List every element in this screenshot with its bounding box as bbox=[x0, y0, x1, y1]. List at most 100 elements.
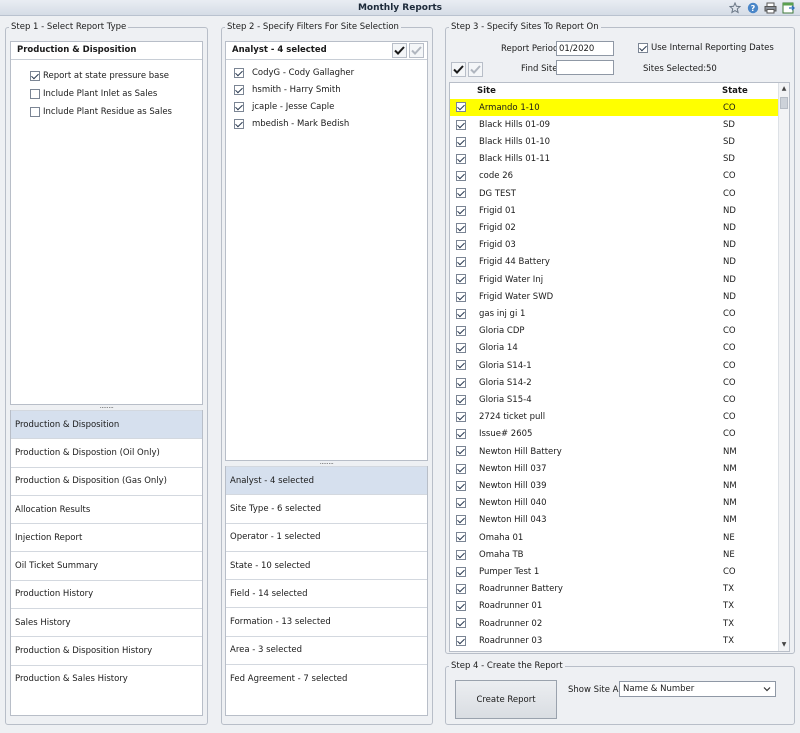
site-row[interactable]: Newton Hill Battery NM bbox=[450, 443, 780, 460]
column-header-state[interactable]: State bbox=[722, 86, 748, 96]
site-row[interactable]: Roadrunner 01 TX bbox=[450, 598, 780, 615]
report-type-item[interactable]: Production & Disposition (Gas Only) bbox=[11, 466, 202, 495]
report-type-item[interactable]: Injection Report bbox=[11, 523, 202, 552]
checkbox-icon[interactable] bbox=[456, 411, 466, 422]
checkbox-icon[interactable] bbox=[456, 188, 466, 199]
checkbox-icon[interactable] bbox=[30, 71, 40, 81]
site-row[interactable]: Frigid 02 ND bbox=[450, 219, 780, 236]
checkbox-icon[interactable] bbox=[638, 43, 648, 53]
site-row[interactable]: Newton Hill 043 NM bbox=[450, 512, 780, 529]
option-plant-residue-sales[interactable]: Include Plant Residue as Sales bbox=[11, 103, 202, 121]
checkbox-icon[interactable] bbox=[456, 308, 466, 319]
site-row[interactable]: DG TEST CO bbox=[450, 185, 780, 202]
checkbox-icon[interactable] bbox=[456, 566, 466, 577]
site-row[interactable]: Gloria 14 CO bbox=[450, 340, 780, 357]
create-report-button[interactable]: Create Report bbox=[455, 680, 557, 719]
checkbox-icon[interactable] bbox=[30, 89, 40, 99]
checkbox-icon[interactable] bbox=[30, 107, 40, 117]
site-row[interactable]: Roadrunner 03 TX bbox=[450, 632, 780, 649]
filter-category-item[interactable]: Analyst - 4 selected bbox=[226, 466, 427, 495]
site-row[interactable]: code 26 CO bbox=[450, 168, 780, 185]
site-row[interactable]: Newton Hill 039 NM bbox=[450, 477, 780, 494]
checkbox-icon[interactable] bbox=[456, 102, 466, 113]
site-row[interactable]: Frigid Water Inj ND bbox=[450, 271, 780, 288]
checkbox-icon[interactable] bbox=[456, 377, 466, 388]
checkbox-icon[interactable] bbox=[456, 343, 466, 354]
checkbox-icon[interactable] bbox=[456, 394, 466, 405]
report-type-item[interactable]: Production & Sales History bbox=[11, 664, 202, 693]
site-row[interactable]: Gloria S15-4 CO bbox=[450, 391, 780, 408]
site-row[interactable]: Issue# 2605 CO bbox=[450, 426, 780, 443]
filter-category-item[interactable]: Site Type - 6 selected bbox=[226, 494, 427, 523]
uncheck-all-sites-button[interactable] bbox=[468, 62, 483, 77]
report-type-item[interactable]: Production History bbox=[11, 579, 202, 609]
site-row[interactable]: Frigid 01 ND bbox=[450, 202, 780, 219]
filter-category-item[interactable]: Operator - 1 selected bbox=[226, 522, 427, 551]
checkbox-icon[interactable] bbox=[456, 618, 466, 629]
checkbox-icon[interactable] bbox=[456, 171, 466, 182]
checkbox-icon[interactable] bbox=[456, 515, 466, 526]
checkbox-icon[interactable] bbox=[456, 480, 466, 491]
checkbox-icon[interactable] bbox=[456, 257, 466, 268]
checkbox-icon[interactable] bbox=[456, 429, 466, 440]
checkbox-icon[interactable] bbox=[456, 583, 466, 594]
option-state-pressure-base[interactable]: Report at state pressure base bbox=[11, 67, 202, 85]
site-row[interactable]: Roadrunner 02 TX bbox=[450, 615, 780, 632]
checkbox-icon[interactable] bbox=[456, 497, 466, 508]
checkbox-icon[interactable] bbox=[456, 635, 466, 646]
show-site-as-select[interactable]: Name & Number bbox=[619, 681, 776, 697]
scrollbar-thumb[interactable] bbox=[780, 97, 788, 109]
checkbox-icon[interactable] bbox=[456, 463, 466, 474]
site-row[interactable]: Armando 1-10 CO bbox=[450, 99, 778, 117]
site-row[interactable]: Frigid 44 Battery ND bbox=[450, 254, 780, 271]
analyst-item[interactable]: CodyG - Cody Gallagher bbox=[226, 64, 427, 81]
filter-category-item[interactable]: State - 10 selected bbox=[226, 550, 427, 580]
checkbox-icon[interactable] bbox=[234, 67, 244, 78]
checkbox-icon[interactable] bbox=[456, 205, 466, 216]
checkbox-icon[interactable] bbox=[456, 119, 466, 130]
report-type-item[interactable]: Production & Disposition bbox=[11, 410, 202, 439]
checkbox-icon[interactable] bbox=[456, 601, 466, 612]
site-row[interactable]: Pumper Test 1 CO bbox=[450, 563, 780, 580]
export-icon[interactable] bbox=[781, 1, 796, 15]
checkbox-icon[interactable] bbox=[456, 136, 466, 147]
filter-category-item[interactable]: Field - 14 selected bbox=[226, 579, 427, 608]
site-row[interactable]: Frigid 03 ND bbox=[450, 237, 780, 254]
site-row[interactable]: Newton Hill 040 NM bbox=[450, 495, 780, 512]
checkbox-icon[interactable] bbox=[234, 84, 244, 95]
report-type-item[interactable]: Oil Ticket Summary bbox=[11, 551, 202, 580]
check-all-sites-button[interactable] bbox=[451, 62, 466, 77]
scroll-down-icon[interactable]: ▼ bbox=[779, 639, 789, 651]
checkbox-icon[interactable] bbox=[234, 118, 244, 129]
report-type-item[interactable]: Allocation Results bbox=[11, 494, 202, 524]
report-type-item[interactable]: Production & Dispostion (Oil Only) bbox=[11, 438, 202, 467]
column-header-site[interactable]: Site bbox=[477, 86, 496, 96]
site-row[interactable]: Gloria S14-1 CO bbox=[450, 357, 780, 374]
report-type-item[interactable]: Production & Disposition History bbox=[11, 636, 202, 665]
find-site-input[interactable] bbox=[556, 60, 614, 75]
checkbox-icon[interactable] bbox=[456, 325, 466, 336]
scroll-up-icon[interactable]: ▲ bbox=[779, 83, 789, 95]
checkbox-icon[interactable] bbox=[456, 222, 466, 233]
report-type-item[interactable]: Sales History bbox=[11, 608, 202, 637]
sites-scrollbar[interactable]: ▲ ▼ bbox=[778, 83, 789, 651]
site-row[interactable]: Omaha TB NE bbox=[450, 546, 780, 563]
site-row[interactable]: Newton Hill 037 NM bbox=[450, 460, 780, 477]
analyst-item[interactable]: jcaple - Jesse Caple bbox=[226, 98, 427, 115]
step2-splitter[interactable]: ........ bbox=[225, 459, 428, 466]
site-row[interactable]: 2724 ticket pull CO bbox=[450, 409, 780, 426]
site-row[interactable]: Black Hills 01-11 SD bbox=[450, 151, 780, 168]
site-row[interactable]: Gloria S14-2 CO bbox=[450, 374, 780, 391]
filter-category-item[interactable]: Area - 3 selected bbox=[226, 635, 427, 665]
checkbox-icon[interactable] bbox=[456, 239, 466, 250]
check-all-button[interactable] bbox=[392, 43, 407, 58]
checkbox-icon[interactable] bbox=[234, 101, 244, 112]
star-icon[interactable] bbox=[727, 1, 742, 15]
checkbox-icon[interactable] bbox=[456, 153, 466, 164]
site-row[interactable]: Gloria CDP CO bbox=[450, 323, 780, 340]
use-internal-dates-toggle[interactable]: Use Internal Reporting Dates bbox=[638, 43, 774, 53]
checkbox-icon[interactable] bbox=[456, 532, 466, 543]
print-icon[interactable] bbox=[763, 1, 778, 15]
filter-category-item[interactable]: Formation - 13 selected bbox=[226, 607, 427, 636]
filter-category-item[interactable]: Fed Agreement - 7 selected bbox=[226, 664, 427, 693]
